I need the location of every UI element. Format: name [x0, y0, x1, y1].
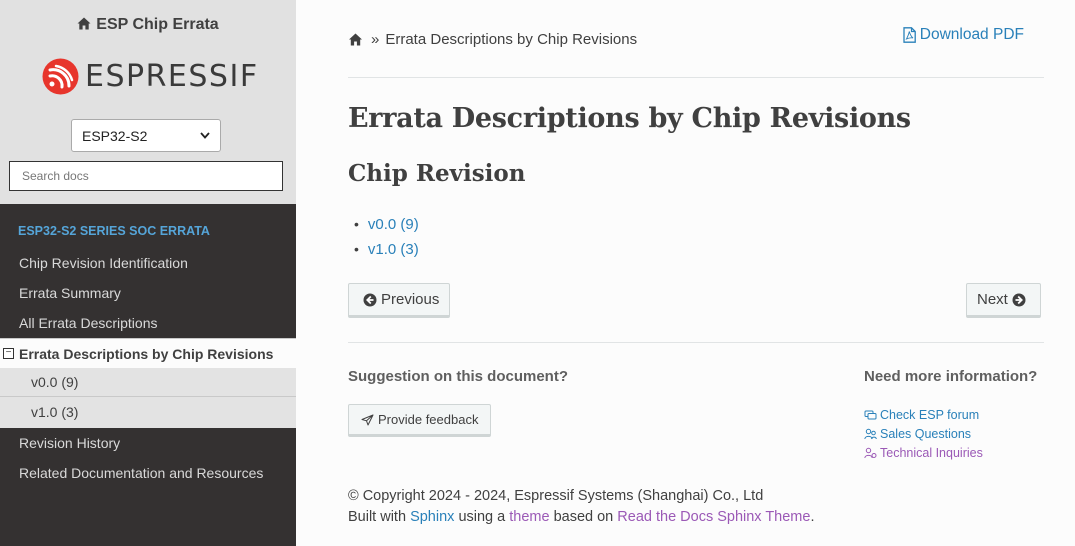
- sidebar-item-related-documentation[interactable]: Related Documentation and Resources: [0, 458, 296, 488]
- sales-people-icon: [864, 428, 877, 440]
- breadcrumb: » Errata Descriptions by Chip Revisions: [348, 31, 637, 48]
- search-input[interactable]: Search docs: [9, 161, 283, 191]
- based-on-text: based on: [553, 509, 614, 525]
- send-icon: [361, 414, 374, 425]
- sidebar-item-errata-by-chip-revisions[interactable]: − Errata Descriptions by Chip Revisions: [0, 338, 296, 368]
- rtd-theme-link[interactable]: Read the Docs Sphinx Theme: [617, 509, 810, 525]
- technical-inquiries-link[interactable]: Technical Inquiries: [864, 446, 983, 460]
- home-icon[interactable]: [348, 33, 363, 46]
- chevron-down-icon: [200, 132, 210, 139]
- nav-caption: ESP32-S2 Series SoC Errata: [18, 224, 210, 238]
- sidebar-header: ESP Chip Errata ESPRESSIF ESP32-S2 Searc…: [0, 0, 296, 204]
- download-pdf-link[interactable]: Download PDF: [903, 26, 1024, 44]
- version-select[interactable]: ESP32-S2: [71, 119, 221, 152]
- page-title: Errata Descriptions by Chip Revisions: [348, 103, 911, 134]
- circle-arrow-left-icon: [363, 293, 377, 306]
- divider: [348, 342, 1044, 343]
- next-label: Next: [977, 291, 1008, 308]
- built-with-line: Built with Sphinx using a theme based on…: [348, 507, 815, 528]
- divider: [348, 77, 1044, 78]
- sidebar-item-revision-history[interactable]: Revision History: [0, 428, 296, 458]
- sidebar-item-label: Errata Descriptions by Chip Revisions: [19, 346, 274, 362]
- breadcrumb-current: Errata Descriptions by Chip Revisions: [385, 31, 638, 48]
- revision-list: v0.0 (9) v1.0 (3): [354, 212, 419, 262]
- sidebar-item-chip-revision-identification[interactable]: Chip Revision Identification: [0, 248, 296, 278]
- next-button[interactable]: Next: [966, 283, 1041, 318]
- previous-label: Previous: [381, 291, 440, 308]
- revision-link-v1-0[interactable]: v1.0 (3): [354, 237, 419, 262]
- circle-arrow-right-icon: [1012, 293, 1026, 306]
- breadcrumb-separator: »: [371, 31, 380, 48]
- sidebar-subitem-v1-0[interactable]: v1.0 (3): [0, 398, 296, 427]
- check-forum-link[interactable]: Check ESP forum: [864, 408, 979, 422]
- espressif-logo[interactable]: ESPRESSIF: [42, 58, 259, 95]
- previous-button[interactable]: Previous: [348, 283, 451, 318]
- project-title: ESP Chip Errata: [96, 16, 219, 33]
- section-title: Chip Revision: [348, 160, 526, 187]
- espressif-logo-icon: [42, 58, 79, 95]
- collapse-toggle-icon[interactable]: −: [3, 348, 14, 359]
- version-select-value: ESP32-S2: [82, 127, 148, 144]
- theme-link[interactable]: theme: [509, 509, 549, 525]
- search-placeholder: Search docs: [22, 169, 89, 183]
- logo-text: ESPRESSIF: [85, 59, 259, 94]
- feedback-heading: Suggestion on this document?: [348, 368, 568, 385]
- forum-icon: [864, 410, 877, 420]
- footer: © Copyright 2024 - 2024, Espressif Syste…: [348, 486, 815, 528]
- technical-inquiries-label: Technical Inquiries: [880, 446, 983, 460]
- check-forum-label: Check ESP forum: [880, 408, 980, 422]
- using-a-text: using a: [458, 509, 506, 525]
- main-content: » Errata Descriptions by Chip Revisions …: [296, 0, 1075, 546]
- sales-questions-label: Sales Questions: [880, 427, 972, 441]
- revision-link-v0-0[interactable]: v0.0 (9): [354, 212, 419, 237]
- copyright-text: © Copyright 2024 - 2024, Espressif Syste…: [348, 488, 764, 504]
- sidebar-subitems: v0.0 (9) v1.0 (3): [0, 368, 296, 428]
- built-with-text: Built with: [348, 509, 407, 525]
- home-icon: [77, 17, 91, 30]
- sphinx-link[interactable]: Sphinx: [410, 509, 454, 525]
- footer-period: .: [810, 509, 815, 525]
- technical-support-icon: [864, 447, 877, 459]
- provide-feedback-button[interactable]: Provide feedback: [348, 404, 492, 437]
- sidebar-item-all-errata-descriptions[interactable]: All Errata Descriptions: [0, 308, 296, 338]
- sidebar: ESP Chip Errata ESPRESSIF ESP32-S2 Searc…: [0, 0, 296, 546]
- project-home-link[interactable]: ESP Chip Errata: [0, 16, 296, 34]
- sidebar-subitem-v0-0[interactable]: v0.0 (9): [0, 368, 296, 397]
- download-pdf-label: Download PDF: [919, 26, 1024, 43]
- more-info-heading: Need more information?: [864, 368, 1038, 385]
- provide-feedback-label: Provide feedback: [378, 412, 479, 427]
- sidebar-item-errata-summary[interactable]: Errata Summary: [0, 278, 296, 308]
- pdf-file-icon: [903, 27, 916, 43]
- sales-questions-link[interactable]: Sales Questions: [864, 427, 971, 441]
